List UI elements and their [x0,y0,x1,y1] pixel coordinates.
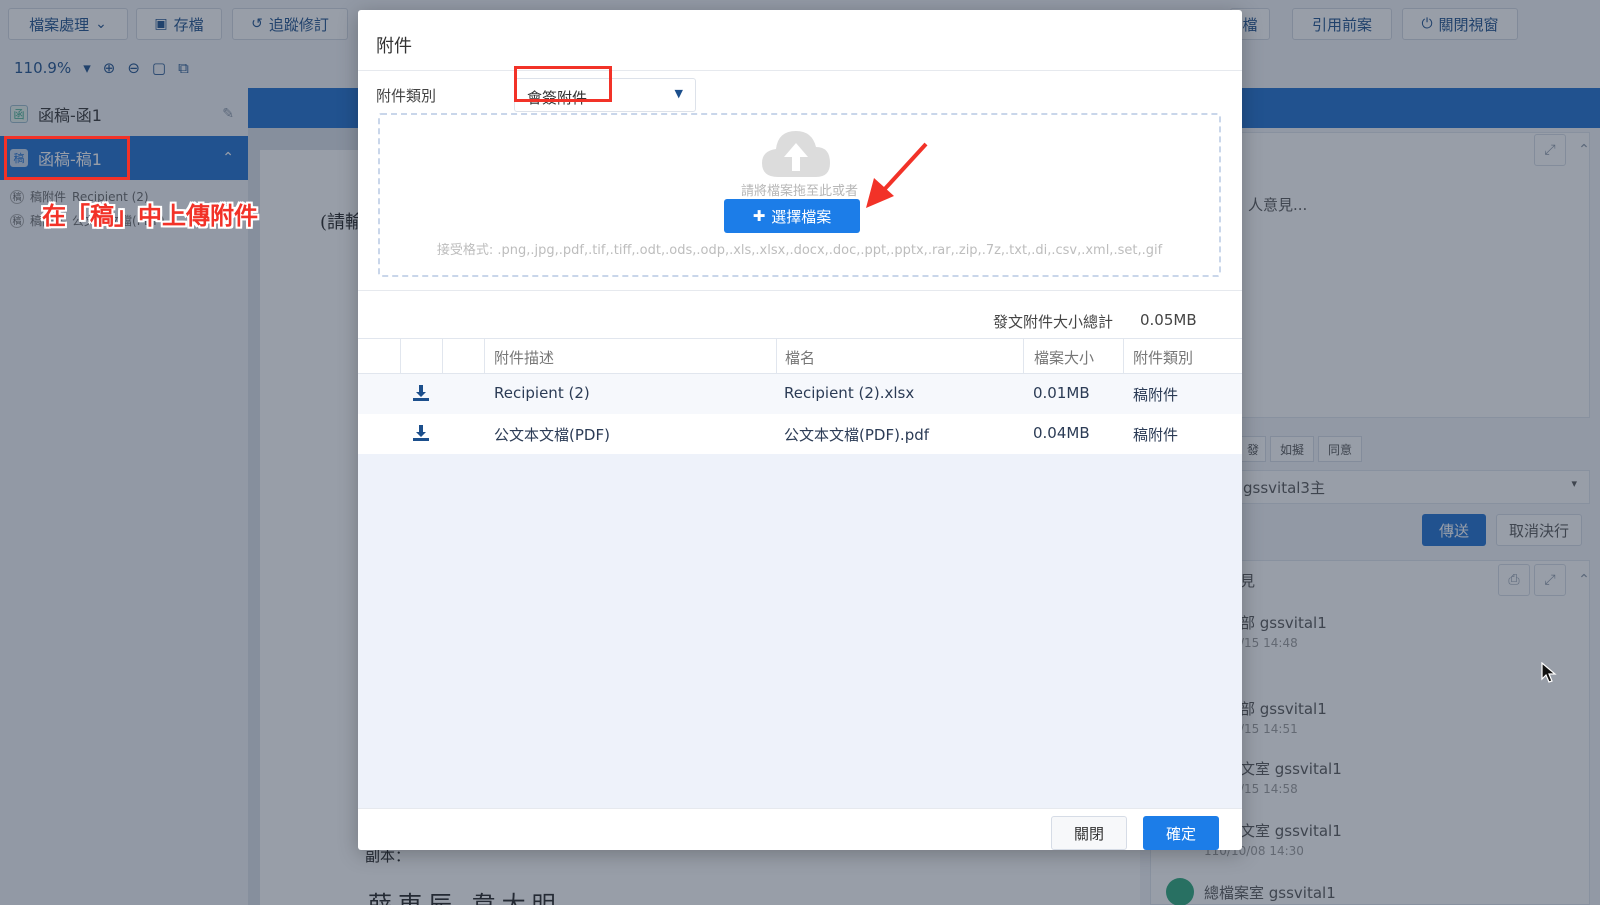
column-separator [1023,339,1024,375]
column-header-desc[interactable]: 附件描述 [494,347,554,368]
caret-down-icon: ▼ [674,87,683,100]
download-icon[interactable] [412,384,430,402]
annotation-arrow-icon [866,142,928,208]
table-header: 附件描述 檔名 檔案大小 附件類別 [358,338,1242,375]
total-size-value: 0.05MB [1140,311,1197,329]
column-separator [776,339,777,375]
modal-title: 附件 [376,36,412,57]
choose-file-label: 選擇檔案 [771,207,832,226]
file-dropzone[interactable]: 請將檔案拖至此或者 ✚ 選擇檔案 接受格式: .png,.jpg,.pdf,.t… [378,113,1221,277]
choose-file-button[interactable]: ✚ 選擇檔案 [724,199,860,233]
table-row[interactable]: Recipient (2) Recipient (2).xlsx 0.01MB … [358,374,1242,414]
close-button[interactable]: 關閉 [1051,816,1127,850]
column-header-type[interactable]: 附件類別 [1133,347,1193,368]
table-row[interactable]: 公文本文檔(PDF) 公文本文檔(PDF).pdf 0.04MB 稿附件 [358,414,1242,454]
cell-type: 稿附件 [1133,426,1179,444]
column-separator [442,339,443,375]
cell-filename: Recipient (2).xlsx [784,384,915,402]
cloud-upload-icon [762,131,830,177]
cell-desc: 公文本文檔(PDF) [494,426,610,444]
annotation-highlight-category [514,66,612,102]
divider [358,808,1242,809]
cell-type: 稿附件 [1133,386,1179,404]
total-size-label: 發文附件大小總計 [993,313,1114,331]
cell-desc: Recipient (2) [494,384,590,402]
cell-filename: 公文本文檔(PDF).pdf [784,426,930,444]
cell-size: 0.04MB [1033,424,1090,442]
category-label: 附件類別 [376,87,437,105]
accepted-formats: 接受格式: .png,.jpg,.pdf,.tif,.tiff,.odt,.od… [436,243,1163,258]
column-separator [1123,339,1124,375]
column-header-size[interactable]: 檔案大小 [1034,347,1094,368]
column-separator [484,339,485,375]
cell-size: 0.01MB [1033,384,1090,402]
confirm-button[interactable]: 確定 [1143,816,1219,850]
mouse-cursor-icon [1541,662,1557,683]
annotation-caption: 在「稿」中上傳附件 [42,202,258,230]
divider [358,70,1242,71]
attachment-modal: 附件 附件類別 會簽附件 ▼ 請將檔案拖至此或者 ✚ 選擇檔案 接受格式: .p… [358,10,1242,850]
divider [358,290,1242,291]
column-separator [400,339,401,375]
download-icon[interactable] [412,424,430,442]
column-header-filename[interactable]: 檔名 [785,347,815,368]
attachments-table: 附件描述 檔名 檔案大小 附件類別 Recipient (2) Recipien… [358,338,1242,808]
annotation-highlight-draft [4,136,130,180]
dropzone-hint: 請將檔案拖至此或者 [740,184,858,199]
plus-icon: ✚ [752,207,766,225]
